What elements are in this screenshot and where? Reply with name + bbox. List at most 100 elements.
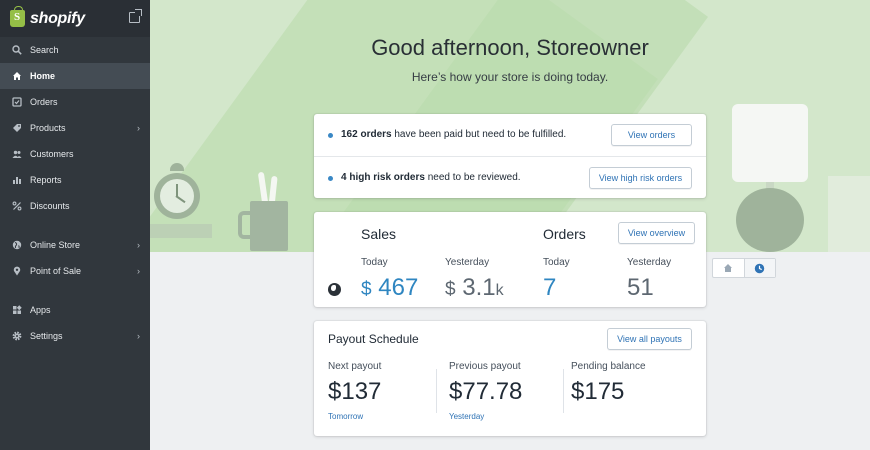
chevron-right-icon: › <box>137 123 140 133</box>
payout-column-pending: Pending balance $175 <box>571 361 691 412</box>
chevron-right-icon: › <box>137 266 140 276</box>
sales-today-label: Today <box>361 257 388 268</box>
sidebar-item-label: Point of Sale <box>30 266 82 276</box>
sidebar: shopify Search Home Orders Products › Cu… <box>0 0 150 450</box>
tag-icon <box>13 124 21 132</box>
orders-yesterday-label: Yesterday <box>627 257 672 268</box>
globe-icon <box>12 240 22 250</box>
home-view-button[interactable] <box>713 259 744 277</box>
sidebar-item-settings[interactable]: Settings › <box>0 323 150 349</box>
divider <box>436 369 437 413</box>
sidebar-item-label: Home <box>30 71 56 81</box>
payout-column-previous: Previous payout $77.78 Yesterday <box>449 361 569 421</box>
apps-icon <box>13 305 22 314</box>
payout-label: Previous payout <box>449 361 521 372</box>
mug-illustration <box>238 201 288 251</box>
sidebar-item-search[interactable]: Search <box>0 37 150 63</box>
sidebar-item-label: Settings <box>30 331 63 341</box>
lamp-illustration <box>732 104 808 182</box>
view-toggle <box>712 258 776 278</box>
bag-illustration <box>828 176 870 252</box>
shopify-logo-icon[interactable] <box>10 6 25 27</box>
task-text: 4 high risk orders need to be reviewed. <box>341 172 521 183</box>
search-icon <box>12 45 22 55</box>
task-description: have been paid but need to be fulfilled. <box>391 129 567 140</box>
sidebar-item-home[interactable]: Home <box>0 63 150 89</box>
chevron-right-icon: › <box>137 240 140 250</box>
divider <box>563 369 564 413</box>
task-text: 162 orders have been paid but need to be… <box>341 129 566 140</box>
sidebar-item-products[interactable]: Products › <box>0 115 150 141</box>
sidebar-item-label: Products <box>30 123 66 133</box>
view-high-risk-orders-button[interactable]: View high risk orders <box>589 167 692 189</box>
amount: 3.1 <box>462 274 496 301</box>
chevron-right-icon: › <box>137 331 140 341</box>
customers-icon <box>12 150 22 158</box>
sidebar-item-label: Search <box>30 45 59 55</box>
task-row: 162 orders have been paid but need to be… <box>314 114 706 156</box>
pin-icon <box>13 266 21 276</box>
discount-icon <box>12 201 22 211</box>
sidebar-item-label: Customers <box>30 149 74 159</box>
task-count: 4 high risk orders <box>341 172 425 183</box>
external-link-icon[interactable] <box>129 9 142 23</box>
payout-schedule-card: Payout Schedule View all payouts Next pa… <box>314 321 706 436</box>
tasks-card: 162 orders have been paid but need to be… <box>314 114 706 198</box>
sidebar-item-online-store[interactable]: Online Store › <box>0 232 150 258</box>
currency-symbol: $ <box>361 279 372 300</box>
orders-today-label: Today <box>543 257 570 268</box>
payout-value: $77.78 <box>449 378 523 405</box>
orders-today-value: 7 <box>543 274 557 301</box>
task-row: 4 high risk orders need to be reviewed. … <box>314 156 706 198</box>
sidebar-item-discounts[interactable]: Discounts <box>0 193 150 219</box>
amount: 467 <box>378 274 419 301</box>
view-all-payouts-button[interactable]: View all payouts <box>607 328 692 350</box>
sidebar-item-reports[interactable]: Reports <box>0 167 150 193</box>
payout-label: Next payout <box>328 361 382 372</box>
page-subtitle: Here’s how your store is doing today. <box>411 70 609 84</box>
sidebar-item-point-of-sale[interactable]: Point of Sale › <box>0 258 150 284</box>
brand-name[interactable]: shopify <box>30 10 85 28</box>
task-count: 162 orders <box>341 129 392 140</box>
home-icon <box>13 72 21 80</box>
clock-view-button[interactable] <box>743 259 775 277</box>
bullet-dot <box>328 176 333 181</box>
sidebar-item-label: Apps <box>30 305 51 315</box>
shelf-illustration <box>150 224 212 238</box>
bullet-dot <box>328 133 333 138</box>
sales-title: Sales <box>361 226 397 242</box>
payout-value: $175 <box>571 378 625 405</box>
view-orders-button[interactable]: View orders <box>611 124 692 146</box>
sidebar-item-label: Discounts <box>30 201 70 211</box>
clock-icon <box>755 263 765 273</box>
sidebar-item-label: Reports <box>30 175 62 185</box>
sidebar-nav: Search Home Orders Products › Customers … <box>0 37 150 349</box>
view-overview-button[interactable]: View overview <box>618 222 695 244</box>
clock-illustration <box>154 163 200 223</box>
payout-title: Payout Schedule <box>328 332 419 346</box>
orders-icon <box>12 97 22 107</box>
orders-title: Orders <box>543 226 586 242</box>
sidebar-item-apps[interactable]: Apps <box>0 297 150 323</box>
sidebar-gap <box>0 284 150 297</box>
globe-icon <box>328 283 341 296</box>
payout-column-next: Next payout $137 Tomorrow <box>328 361 448 421</box>
brand-bar: shopify <box>0 0 150 37</box>
lamp-illustration <box>736 188 804 252</box>
main-content: Good afternoon, Storeowner Here’s how yo… <box>150 0 870 450</box>
gear-icon <box>12 331 22 341</box>
payout-label: Pending balance <box>571 361 646 372</box>
currency-symbol: $ <box>445 279 456 300</box>
payout-value: $137 <box>328 378 382 405</box>
sidebar-item-label: Online Store <box>30 240 81 250</box>
reports-icon <box>13 177 21 184</box>
task-description: need to be reviewed. <box>424 172 521 183</box>
sales-today-value: $ 467 <box>361 274 418 302</box>
sidebar-item-orders[interactable]: Orders <box>0 89 150 115</box>
payout-date: Tomorrow <box>328 412 364 421</box>
sales-yesterday-label: Yesterday <box>445 257 490 268</box>
amount-suffix: k <box>495 282 504 299</box>
sidebar-item-customers[interactable]: Customers <box>0 141 150 167</box>
sidebar-item-label: Orders <box>30 97 58 107</box>
payout-date: Yesterday <box>449 412 485 421</box>
